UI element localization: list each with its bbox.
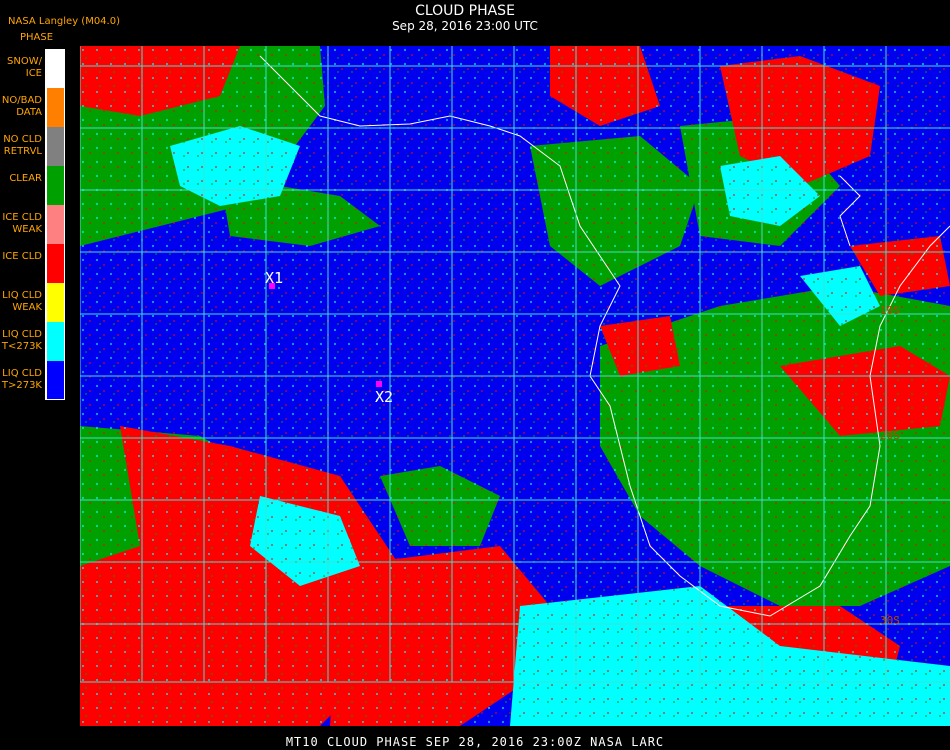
marker-x1-label: X1 <box>265 269 283 287</box>
legend-swatch <box>45 361 64 400</box>
legend-item: SNOW/ ICE <box>0 49 66 88</box>
legend-item-label: ICE CLD <box>2 251 42 262</box>
legend-item-label: LIQ CLD WEAK <box>2 290 42 313</box>
lat-label-10s: 10S <box>880 304 900 317</box>
legend-item: CLEAR <box>0 166 66 205</box>
legend-item: ICE CLD <box>0 244 66 283</box>
legend-swatch <box>45 166 64 205</box>
legend-swatch <box>45 88 64 127</box>
legend-swatch <box>45 205 64 244</box>
legend-swatch <box>45 49 64 88</box>
legend-item: NO/BAD DATA <box>0 88 66 127</box>
legend-item-label: NO/BAD DATA <box>1 95 42 118</box>
legend-item-label: LIQ CLD T<273K <box>1 329 42 352</box>
legend-item: LIQ CLD T<273K <box>0 322 66 361</box>
legend-swatch <box>45 283 64 322</box>
title-block: CLOUD PHASE Sep 28, 2016 23:00 UTC <box>330 3 600 33</box>
marker-x2[interactable] <box>376 381 382 387</box>
map-title: CLOUD PHASE <box>415 3 515 19</box>
legend-swatch <box>45 322 64 361</box>
map-canvas: 10S 20S 30S X1 X2 <box>80 46 950 726</box>
legend-item: LIQ CLD WEAK <box>0 283 66 322</box>
lat-label-20s: 20S <box>880 429 900 442</box>
cloud-phase-map: 10S 20S 30S X1 X2 <box>80 46 950 726</box>
legend-item-label: NO CLD RETRVL <box>3 134 42 157</box>
producer-label: NASA Langley (M04.0) <box>8 16 120 27</box>
legend-item-label: SNOW/ ICE <box>7 56 42 79</box>
marker-x2-label: X2 <box>375 388 393 406</box>
legend-item: NO CLD RETRVL <box>0 127 66 166</box>
legend-item-label: CLEAR <box>9 173 42 184</box>
map-timestamp: Sep 28, 2016 23:00 UTC <box>392 19 538 33</box>
legend-title: PHASE <box>20 32 54 43</box>
footer-caption: MT10 CLOUD PHASE SEP 28, 2016 23:00Z NAS… <box>285 735 665 749</box>
legend-item: ICE CLD WEAK <box>0 205 66 244</box>
legend-item-label: LIQ CLD T>273K <box>1 368 42 391</box>
lat-label-30s: 30S <box>880 614 900 627</box>
legend-swatch <box>45 127 64 166</box>
legend-item-label: ICE CLD WEAK <box>2 212 42 235</box>
legend-item: LIQ CLD T>273K <box>0 361 66 400</box>
legend-swatch <box>45 244 64 283</box>
